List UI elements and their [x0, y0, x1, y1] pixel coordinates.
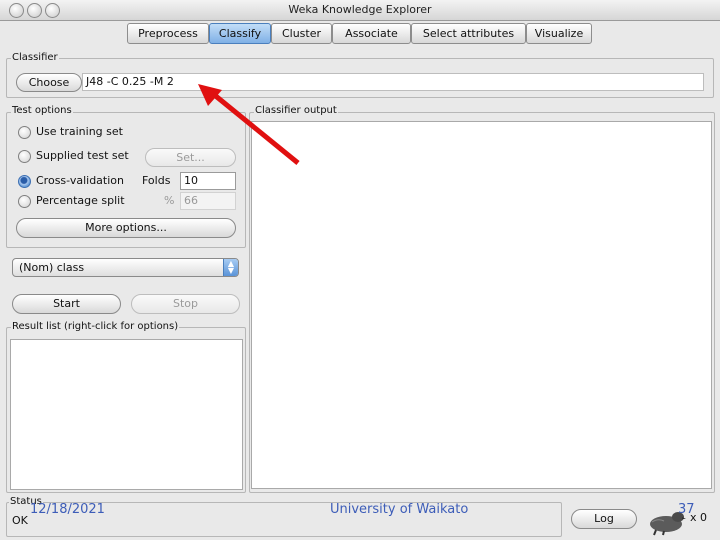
window-title: Weka Knowledge Explorer [288, 3, 432, 16]
cross-validation-radio[interactable] [18, 175, 31, 188]
class-select-value: (Nom) class [19, 261, 85, 274]
tab-classify[interactable]: Classify [209, 23, 271, 44]
annotation-arrow-icon [198, 84, 300, 165]
supplied-test-set-radio[interactable] [18, 150, 31, 163]
cross-validation-label: Cross-validation [36, 174, 124, 187]
percent-symbol: % [164, 194, 175, 207]
choose-classifier-button[interactable]: Choose [16, 73, 82, 92]
tab-select-attributes[interactable]: Select attributes [411, 23, 526, 44]
weka-window: Weka Knowledge Explorer Preprocess Class… [0, 0, 720, 540]
title-bar: Weka Knowledge Explorer [0, 0, 720, 21]
classifier-group-label: Classifier [11, 52, 59, 63]
use-training-set-radio[interactable] [18, 126, 31, 139]
footer-institution: University of Waikato [330, 502, 469, 517]
folds-input[interactable]: 10 [180, 172, 236, 190]
percentage-split-label: Percentage split [36, 194, 125, 207]
footer-date: 12/18/2021 [30, 502, 105, 517]
folds-label: Folds [142, 174, 171, 187]
test-options-label: Test options [11, 105, 73, 116]
more-options-button[interactable]: More options... [16, 218, 236, 238]
tab-associate[interactable]: Associate [332, 23, 411, 44]
percentage-split-radio[interactable] [18, 195, 31, 208]
status-text: OK [12, 514, 28, 527]
use-training-set-label: Use training set [36, 125, 123, 138]
class-attribute-select[interactable]: (Nom) class ▲ ▼ [12, 258, 239, 277]
tab-preprocess[interactable]: Preprocess [127, 23, 209, 44]
footer-page-number: 37 [678, 502, 695, 517]
percentage-input[interactable]: 66 [180, 192, 236, 210]
supplied-test-set-label: Supplied test set [36, 149, 129, 162]
updown-arrow-icon: ▲ ▼ [223, 259, 238, 276]
stop-button[interactable]: Stop [131, 294, 240, 314]
tab-cluster[interactable]: Cluster [271, 23, 332, 44]
tab-visualize[interactable]: Visualize [526, 23, 592, 44]
log-button[interactable]: Log [571, 509, 637, 529]
result-list-panel[interactable] [10, 339, 243, 490]
classifier-config-field[interactable]: J48 -C 0.25 -M 2 [82, 73, 704, 91]
start-button[interactable]: Start [12, 294, 121, 314]
classifier-output-panel[interactable] [251, 121, 712, 489]
result-list-label: Result list (right-click for options) [11, 321, 180, 332]
